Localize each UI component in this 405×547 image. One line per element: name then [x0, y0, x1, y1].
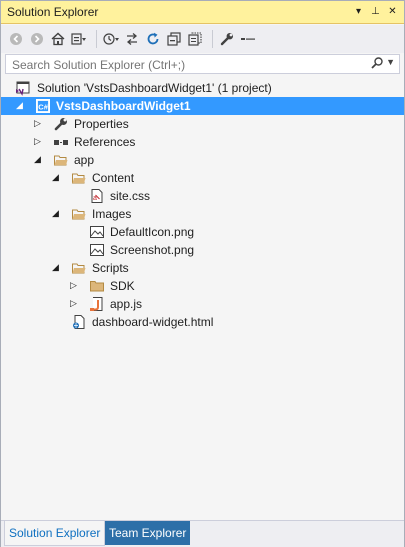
- tree-item-project[interactable]: ◢ C# VstsDashboardWidget1: [1, 97, 404, 115]
- folder-open-icon: [71, 170, 87, 186]
- tree-item-label: SDK: [110, 279, 135, 293]
- collapse-all-icon[interactable]: [165, 30, 183, 48]
- tree-item-app-js[interactable]: ▷ app.js: [1, 295, 404, 313]
- tree-item-screenshot-png[interactable]: Screenshot.png: [1, 241, 404, 259]
- expanded-arrow-icon[interactable]: ◢: [16, 100, 26, 110]
- collapsed-arrow-icon[interactable]: ▷: [70, 298, 80, 308]
- references-icon: [53, 134, 69, 150]
- close-icon[interactable]: ✕: [385, 4, 400, 19]
- search-box[interactable]: ▼: [5, 54, 400, 74]
- tree-item-label: VstsDashboardWidget1: [56, 99, 191, 113]
- tree-item-site-css[interactable]: a site.css: [1, 187, 404, 205]
- html-file-icon: [71, 314, 87, 330]
- tree-item-app-folder[interactable]: ◢ app: [1, 151, 404, 169]
- search-input[interactable]: [10, 57, 374, 73]
- svg-text:C#: C#: [38, 102, 48, 111]
- wrench-icon: [53, 116, 69, 132]
- tree-item-label: DefaultIcon.png: [110, 225, 195, 239]
- tree-item-scripts-folder[interactable]: ◢ Scripts: [1, 259, 404, 277]
- forward-icon[interactable]: [28, 30, 46, 48]
- toolbar: [1, 25, 404, 53]
- preview-selected-items-icon[interactable]: [239, 30, 257, 48]
- tree-item-default-icon-png[interactable]: DefaultIcon.png: [1, 223, 404, 241]
- tree-item-label: References: [74, 135, 136, 149]
- pending-changes-filter-icon[interactable]: [102, 30, 120, 48]
- tree-item-label: Screenshot.png: [110, 243, 195, 257]
- folder-open-icon: [71, 206, 87, 222]
- expanded-arrow-icon[interactable]: ◢: [34, 154, 44, 164]
- folder-open-icon: [71, 260, 87, 276]
- tree-item-dashboard-widget-html[interactable]: dashboard-widget.html: [1, 313, 404, 331]
- folder-icon: [89, 278, 105, 294]
- folder-open-icon: [53, 152, 69, 168]
- collapsed-arrow-icon[interactable]: ▷: [70, 280, 80, 290]
- javascript-file-icon: [89, 296, 105, 312]
- solution-icon: [15, 80, 31, 96]
- tree-item-label: site.css: [110, 189, 151, 203]
- solution-explorer-window: Solution Explorer ▾ ⊥ ✕ Search Solution …: [0, 0, 405, 547]
- properties-wrench-icon[interactable]: [218, 30, 236, 48]
- collapsed-arrow-icon[interactable]: ▷: [34, 118, 44, 128]
- tree-item-references[interactable]: ▷ References: [1, 133, 404, 151]
- collapsed-arrow-icon[interactable]: ▷: [34, 136, 44, 146]
- solution-tree: Solution 'VstsDashboardWidget1' (1 proje…: [1, 79, 404, 519]
- switch-views-icon[interactable]: [70, 30, 88, 48]
- csharp-project-icon: C#: [35, 98, 51, 114]
- window-menu-dropdown-icon[interactable]: ▾: [351, 4, 366, 19]
- bottom-tab-strip: Solution Explorer Team Explorer: [1, 520, 404, 547]
- back-icon[interactable]: [7, 30, 25, 48]
- expanded-arrow-icon[interactable]: ◢: [52, 262, 62, 272]
- pin-icon[interactable]: ⊥: [368, 4, 383, 19]
- tree-item-label: Scripts: [92, 261, 129, 275]
- show-all-files-icon[interactable]: [186, 30, 204, 48]
- search-options-dropdown-icon[interactable]: ▼: [386, 57, 395, 67]
- tree-item-label: Images: [92, 207, 132, 221]
- tree-item-properties[interactable]: ▷ Properties: [1, 115, 404, 133]
- css-file-icon: a: [89, 188, 105, 204]
- window-title: Solution Explorer: [7, 5, 99, 19]
- tree-item-label: Properties: [74, 117, 129, 131]
- tree-item-label: app.js: [110, 297, 143, 311]
- image-file-icon: [89, 224, 105, 240]
- tree-item-label: Solution 'VstsDashboardWidget1' (1 proje…: [37, 81, 272, 95]
- toolbar-separator: [96, 30, 97, 48]
- refresh-icon[interactable]: [144, 30, 162, 48]
- home-icon[interactable]: [49, 30, 67, 48]
- tree-item-solution[interactable]: Solution 'VstsDashboardWidget1' (1 proje…: [1, 79, 404, 97]
- tree-item-label: Content: [92, 171, 135, 185]
- tab-team-explorer[interactable]: Team Explorer: [105, 521, 191, 545]
- tree-item-sdk-folder[interactable]: ▷ SDK: [1, 277, 404, 295]
- tree-item-images-folder[interactable]: ◢ Images: [1, 205, 404, 223]
- image-file-icon: [89, 242, 105, 258]
- expanded-arrow-icon[interactable]: ◢: [52, 172, 62, 182]
- tree-item-label: app: [74, 153, 95, 167]
- expanded-arrow-icon[interactable]: ◢: [52, 208, 62, 218]
- tree-item-label: dashboard-widget.html: [92, 315, 214, 329]
- search-icon[interactable]: [371, 57, 383, 72]
- sync-with-document-icon[interactable]: [123, 30, 141, 48]
- tree-item-content-folder[interactable]: ◢ Content: [1, 169, 404, 187]
- toolbar-separator: [212, 30, 213, 48]
- title-bar[interactable]: Solution Explorer ▾ ⊥ ✕: [1, 1, 404, 24]
- tab-solution-explorer[interactable]: Solution Explorer: [4, 521, 106, 546]
